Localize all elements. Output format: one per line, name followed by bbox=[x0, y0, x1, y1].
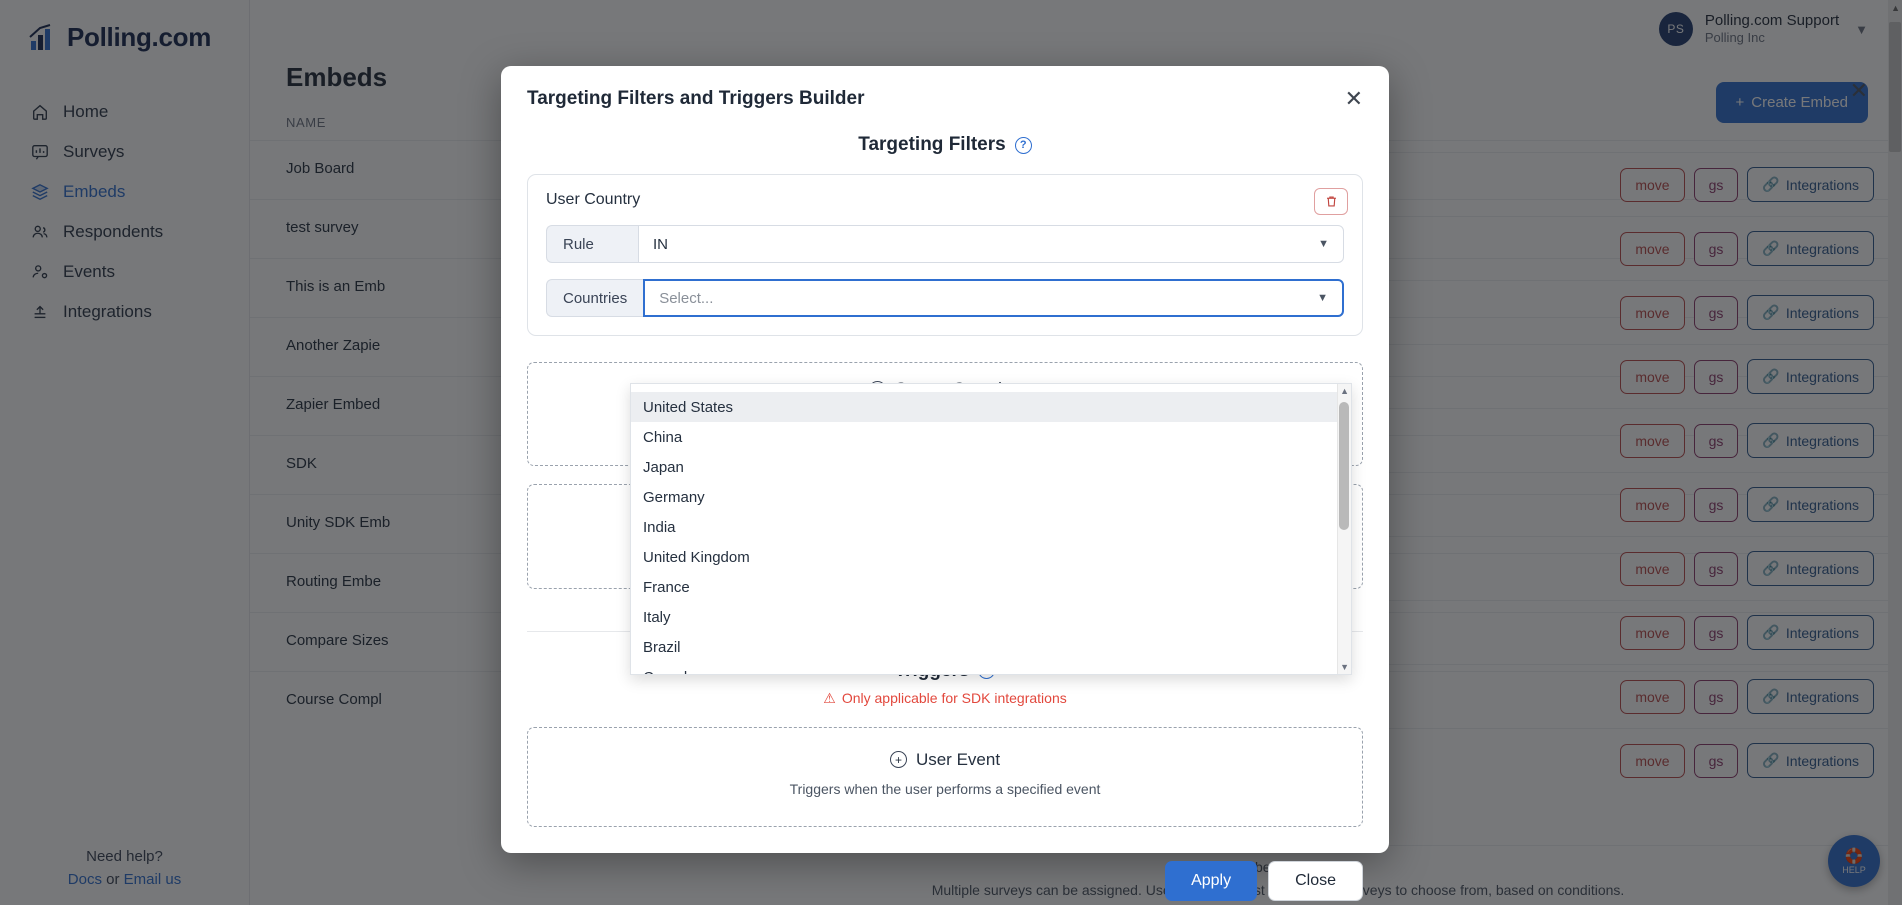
trigger-box-desc: Triggers when the user performs a specif… bbox=[789, 780, 1101, 797]
rule-select[interactable]: IN ▼ bbox=[638, 225, 1344, 263]
countries-dropdown[interactable]: United States China Japan Germany India … bbox=[630, 383, 1352, 675]
modal-footer: Apply Close bbox=[501, 845, 1389, 905]
triggers-warning-text: Only applicable for SDK integrations bbox=[841, 690, 1067, 707]
modal-header: Targeting Filters and Triggers Builder ✕ bbox=[501, 66, 1389, 120]
plus-circle-icon: + bbox=[889, 751, 907, 769]
scroll-down-icon[interactable]: ▼ bbox=[1340, 662, 1349, 672]
close-button[interactable]: Close bbox=[1268, 861, 1363, 902]
question-icon[interactable]: ? bbox=[1014, 136, 1032, 154]
add-user-event-box[interactable]: + User Event Triggers when the user perf… bbox=[527, 726, 1363, 828]
rule-value: IN bbox=[653, 235, 668, 253]
countries-placeholder: Select... bbox=[659, 289, 714, 307]
dropdown-option[interactable]: India bbox=[631, 512, 1337, 542]
warning-icon: ⚠ bbox=[823, 689, 836, 706]
filter-name: User Country bbox=[546, 191, 641, 208]
triggers-warning: ⚠ Only applicable for SDK integrations bbox=[527, 690, 1363, 707]
dropdown-option[interactable]: Italy bbox=[631, 602, 1337, 632]
dropdown-option[interactable]: France bbox=[631, 572, 1337, 602]
trash-icon[interactable] bbox=[1314, 188, 1348, 215]
targeting-filters-heading: Targeting Filters ? bbox=[527, 134, 1363, 156]
dropdown-option[interactable]: China bbox=[631, 422, 1337, 452]
chevron-down-icon: ▼ bbox=[1317, 292, 1328, 304]
modal-body: Targeting Filters ? User Country Rule IN… bbox=[501, 120, 1389, 845]
dropdown-option[interactable]: United States bbox=[631, 392, 1337, 422]
scroll-up-icon[interactable]: ▲ bbox=[1340, 386, 1349, 396]
countries-select[interactable]: Select... ▼ bbox=[643, 279, 1344, 317]
rule-field-row: Rule IN ▼ bbox=[546, 225, 1344, 263]
dropdown-scrollbar[interactable]: ▲ ▼ bbox=[1337, 384, 1351, 674]
dropdown-option[interactable]: Canada bbox=[631, 662, 1337, 675]
chevron-down-icon: ▼ bbox=[1318, 238, 1329, 250]
trigger-box-title: User Event bbox=[915, 749, 1001, 769]
modal-title: Targeting Filters and Triggers Builder bbox=[527, 88, 865, 109]
countries-field-row: Countries Select... ▼ bbox=[546, 279, 1344, 317]
dropdown-scroll-thumb[interactable] bbox=[1339, 402, 1349, 530]
dropdown-option[interactable]: Brazil bbox=[631, 632, 1337, 662]
targeting-filters-modal: Targeting Filters and Triggers Builder ✕… bbox=[501, 66, 1389, 902]
dropdown-option[interactable]: Japan bbox=[631, 452, 1337, 482]
rule-label: Rule bbox=[546, 225, 638, 263]
countries-label: Countries bbox=[546, 279, 644, 317]
close-icon[interactable]: ✕ bbox=[1345, 88, 1363, 110]
countries-dropdown-list: United States China Japan Germany India … bbox=[631, 384, 1337, 674]
targeting-filters-label: Targeting Filters bbox=[858, 134, 1006, 155]
apply-button[interactable]: Apply bbox=[1165, 861, 1258, 902]
dropdown-option[interactable]: Germany bbox=[631, 482, 1337, 512]
filter-card-user-country: User Country Rule IN ▼ Countries Select.… bbox=[527, 174, 1363, 336]
dropdown-option[interactable]: United Kingdom bbox=[631, 542, 1337, 572]
